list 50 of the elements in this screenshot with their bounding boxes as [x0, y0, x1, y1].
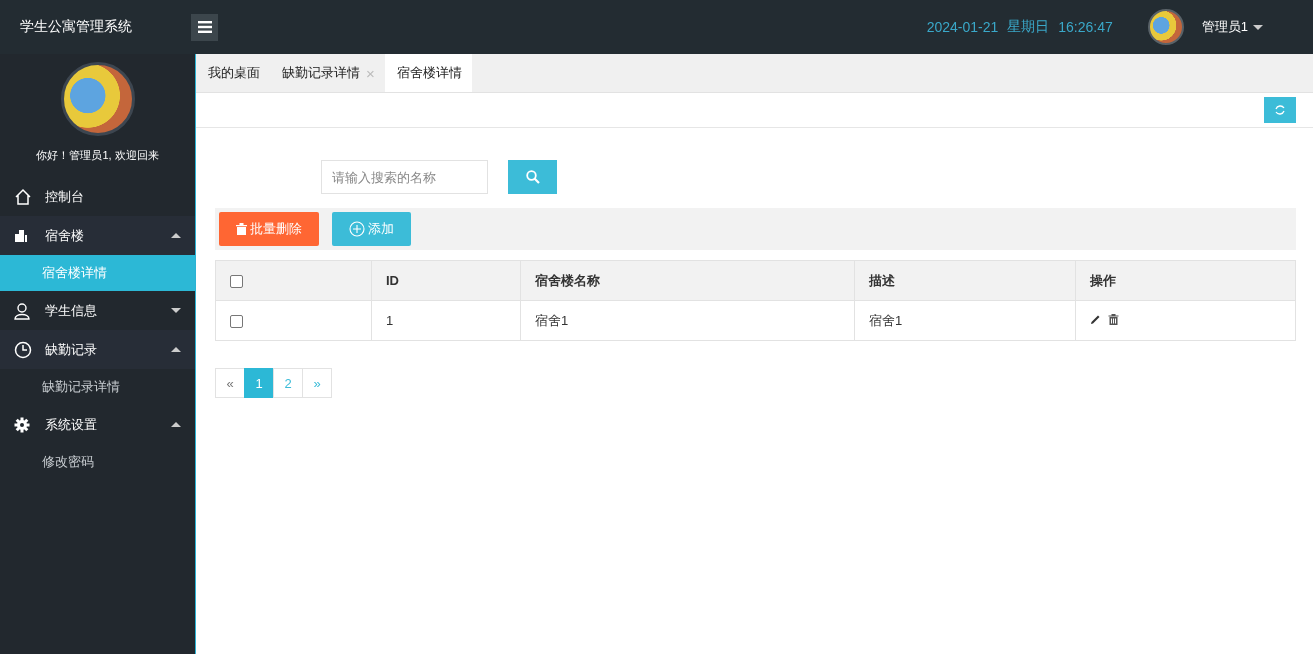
nav-item[interactable]: 控制台 [0, 177, 195, 216]
settings-icon [14, 416, 30, 433]
nav-item[interactable]: 宿舍楼 [0, 216, 195, 255]
nav-label: 控制台 [45, 187, 85, 206]
nav-item[interactable]: 系统设置 [0, 405, 195, 444]
building-icon [14, 228, 28, 243]
edit-icon[interactable] [1090, 314, 1101, 325]
tab[interactable]: 我的桌面 [196, 54, 270, 92]
column-header: ID [371, 260, 521, 301]
table-cell: 宿舍1 [854, 300, 1076, 341]
time-text: 16:26:47 [1058, 19, 1113, 35]
nav-label: 学生信息 [45, 301, 98, 320]
search-field[interactable]: 请输入搜索的名称 [321, 160, 488, 194]
tab[interactable]: 宿舍楼详情 [384, 54, 472, 92]
nav-subitem[interactable]: 修改密码 [0, 444, 195, 480]
column-header: 操作 [1075, 260, 1296, 301]
caret-icon [1253, 24, 1263, 30]
user-menu[interactable]: 管理员1 [1201, 18, 1263, 36]
home-icon [14, 187, 32, 206]
nav-label: 系统设置 [45, 415, 98, 434]
table-cell: 1 [371, 300, 521, 341]
nav-subitem[interactable]: 缺勤记录详情 [0, 369, 195, 405]
tab-label: 我的桌面 [208, 64, 260, 82]
trash-icon [236, 223, 247, 235]
tab-label: 缺勤记录详情 [282, 64, 360, 82]
search-icon [525, 170, 540, 184]
nav-label: 缺勤记录 [45, 340, 98, 359]
greeting-text: 你好！管理员1, 欢迎回来 [35, 148, 160, 163]
trash-icon[interactable] [1108, 314, 1119, 325]
menu-button[interactable] [191, 13, 218, 41]
tab[interactable]: 缺勤记录详情 × [270, 54, 385, 92]
checkbox[interactable] [230, 275, 243, 289]
nav-item[interactable]: 学生信息 [0, 291, 195, 330]
nav-label: 宿舍楼 [45, 226, 85, 245]
column-header: 描述 [854, 260, 1076, 301]
refresh-icon [1274, 104, 1286, 116]
column-header: 宿舍楼名称 [520, 260, 855, 301]
app-title: 学生公寓管理系统 [19, 18, 133, 36]
avatar[interactable] [1147, 9, 1184, 45]
checkbox[interactable] [230, 315, 243, 329]
weekday-text: 星期日 [1007, 18, 1050, 36]
page-link[interactable]: « [215, 368, 245, 398]
tab-label: 宿舍楼详情 [396, 64, 462, 82]
clock-icon [14, 340, 32, 359]
user-icon [14, 301, 32, 320]
date-text: 2024-01-21 [926, 19, 999, 35]
menu-icon [197, 21, 212, 33]
nav-item[interactable]: 缺勤记录 [0, 330, 195, 369]
plus-circle-icon [349, 221, 365, 237]
table-cell: 宿舍1 [520, 300, 855, 341]
